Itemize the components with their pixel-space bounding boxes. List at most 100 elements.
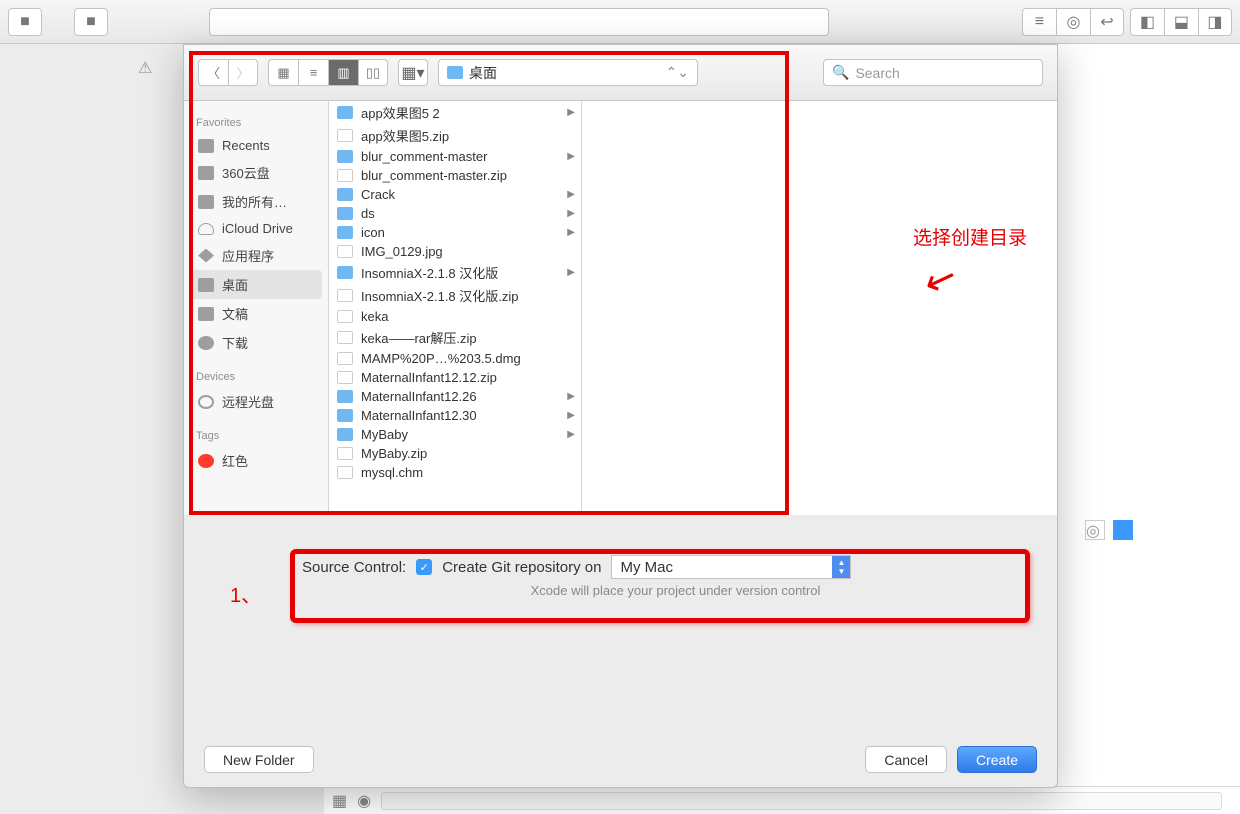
view-gallery-icon[interactable]: ▯▯ — [358, 59, 388, 86]
forward-button[interactable]: 〉 — [228, 59, 258, 86]
zip-icon — [337, 289, 353, 302]
toggle-navigator-icon[interactable]: ◧ — [1130, 8, 1164, 36]
file-name: keka — [361, 309, 388, 324]
editor-version-icon[interactable]: ↩ — [1090, 8, 1124, 36]
git-location-select[interactable]: My Mac ▲▼ — [611, 555, 851, 579]
file-row[interactable]: MyBaby.zip — [329, 444, 581, 463]
create-button[interactable]: Create — [957, 746, 1037, 773]
file-row[interactable]: app效果图5 2▶ — [329, 101, 581, 124]
toggle-inspector-icon[interactable]: ◨ — [1198, 8, 1232, 36]
sidebar-item-all[interactable]: 我的所有… — [190, 187, 322, 216]
sidebar-item-desktop[interactable]: 桌面 — [190, 270, 322, 299]
folder-icon — [337, 188, 353, 201]
xcode-toolbar: ■ ■ ≡ ◎ ↩ ◧ ⬓ ◨ — [0, 0, 1240, 44]
desktop-icon — [198, 278, 214, 292]
file-name: IMG_0129.jpg — [361, 244, 443, 259]
file-name: MaternalInfant12.12.zip — [361, 370, 497, 385]
view-columns-icon[interactable]: ▥ — [328, 59, 358, 86]
sidebar-item-recents[interactable]: Recents — [190, 133, 322, 158]
sidebar-item-tag-red[interactable]: 红色 — [190, 446, 322, 475]
tags-header: Tags — [196, 430, 316, 442]
file-row[interactable]: IMG_0129.jpg — [329, 242, 581, 261]
file-row[interactable]: MAMP%20P…%203.5.dmg — [329, 349, 581, 368]
file-browser: Favorites Recents 360云盘 我的所有… iCloud Dri… — [184, 101, 1057, 515]
zip-icon — [337, 169, 353, 182]
downloads-icon — [198, 336, 214, 350]
sidebar-item-remote-disc[interactable]: 远程光盘 — [190, 387, 322, 416]
favorites-header: Favorites — [196, 117, 316, 129]
library-filter[interactable] — [381, 792, 1222, 810]
back-button[interactable]: 〈 — [198, 59, 228, 86]
cloud-icon — [198, 223, 214, 235]
file-row[interactable]: ds▶ — [329, 204, 581, 223]
sidebar-item-360[interactable]: 360云盘 — [190, 158, 322, 187]
zip-icon — [337, 371, 353, 384]
file-name: ds — [361, 206, 375, 221]
file-row[interactable]: blur_comment-master.zip — [329, 166, 581, 185]
file-column[interactable]: app效果图5 2▶app效果图5.zipblur_comment-master… — [329, 101, 582, 515]
tab-icon[interactable]: ◎ — [1085, 520, 1105, 540]
file-name: blur_comment-master.zip — [361, 168, 507, 183]
chevron-right-icon: ▶ — [567, 107, 575, 118]
file-row[interactable]: MyBaby▶ — [329, 425, 581, 444]
file-row[interactable]: InsomniaX-2.1.8 汉化版.zip — [329, 284, 581, 307]
file-row[interactable]: InsomniaX-2.1.8 汉化版▶ — [329, 261, 581, 284]
file-icon — [337, 245, 353, 258]
save-dialog: 〈 〉 ▦ ≡ ▥ ▯▯ ▦▾ 桌面 ⌃⌄ 🔍 Search Favorites… — [183, 44, 1058, 788]
file-row[interactable]: icon ▶ — [329, 223, 581, 242]
scope-icon[interactable]: ◉ — [357, 791, 371, 811]
file-row[interactable]: MaternalInfant12.26▶ — [329, 387, 581, 406]
sidebar: Favorites Recents 360云盘 我的所有… iCloud Dri… — [184, 101, 329, 515]
cancel-button[interactable]: Cancel — [865, 746, 947, 773]
allfiles-icon — [198, 195, 214, 209]
library-tabs[interactable]: ◎ — [1085, 520, 1133, 540]
editor-assistant-icon[interactable]: ◎ — [1056, 8, 1090, 36]
file-name: MyBaby.zip — [361, 446, 427, 461]
source-control-section: Source Control: ✓ Create Git repository … — [184, 533, 1057, 608]
file-row[interactable]: keka — [329, 307, 581, 326]
git-checkbox-label: Create Git repository on — [442, 559, 601, 576]
zip-icon — [337, 447, 353, 460]
view-mode-group[interactable]: ▦ ≡ ▥ ▯▯ — [268, 59, 388, 86]
view-list-icon[interactable]: ≡ — [298, 59, 328, 86]
git-checkbox[interactable]: ✓ — [416, 559, 432, 575]
file-name: InsomniaX-2.1.8 汉化版.zip — [361, 286, 519, 305]
toggle-debug-icon[interactable]: ⬓ — [1164, 8, 1198, 36]
stop-button[interactable]: ■ — [74, 8, 108, 36]
folder-icon — [337, 266, 353, 279]
chevron-updown-icon: ⌃⌄ — [666, 64, 689, 81]
file-row[interactable]: Crack▶ — [329, 185, 581, 204]
folder-icon — [337, 106, 353, 119]
chevron-right-icon: ▶ — [567, 391, 575, 402]
search-input[interactable]: 🔍 Search — [823, 59, 1043, 86]
new-folder-button[interactable]: New Folder — [204, 746, 314, 773]
chevron-right-icon: ▶ — [567, 227, 575, 238]
sidebar-item-apps[interactable]: 应用程序 — [190, 241, 322, 270]
preview-column — [582, 101, 1057, 515]
source-control-hint: Xcode will place your project under vers… — [214, 583, 1027, 598]
sidebar-item-icloud[interactable]: iCloud Drive — [190, 216, 322, 241]
sidebar-item-downloads[interactable]: 下载 — [190, 328, 322, 357]
view-options-button[interactable]: ▦▾ — [398, 59, 428, 86]
grid-icon[interactable]: ▦ — [332, 791, 347, 811]
tab-icon[interactable] — [1113, 520, 1133, 540]
file-row[interactable]: MaternalInfant12.30▶ — [329, 406, 581, 425]
view-icons-icon[interactable]: ▦ — [268, 59, 298, 86]
chevron-right-icon: ▶ — [567, 189, 575, 200]
devices-header: Devices — [196, 371, 316, 383]
file-row[interactable]: blur_comment-master▶ — [329, 147, 581, 166]
file-name: MaternalInfant12.30 — [361, 408, 477, 423]
file-name: MAMP%20P…%203.5.dmg — [361, 351, 521, 366]
search-icon: 🔍 — [832, 64, 849, 81]
file-row[interactable]: mysql.chm — [329, 463, 581, 482]
file-name: icon — [361, 225, 385, 240]
xcode-activity-bar — [209, 8, 829, 36]
file-row[interactable]: MaternalInfant12.12.zip — [329, 368, 581, 387]
location-popup[interactable]: 桌面 ⌃⌄ — [438, 59, 698, 86]
file-row[interactable]: app效果图5.zip — [329, 124, 581, 147]
file-row[interactable]: keka——rar解压.zip — [329, 326, 581, 349]
nav-back-forward[interactable]: 〈 〉 — [198, 59, 258, 86]
editor-standard-icon[interactable]: ≡ — [1022, 8, 1056, 36]
sidebar-item-documents[interactable]: 文稿 — [190, 299, 322, 328]
close-window-icon[interactable]: ■ — [8, 8, 42, 36]
